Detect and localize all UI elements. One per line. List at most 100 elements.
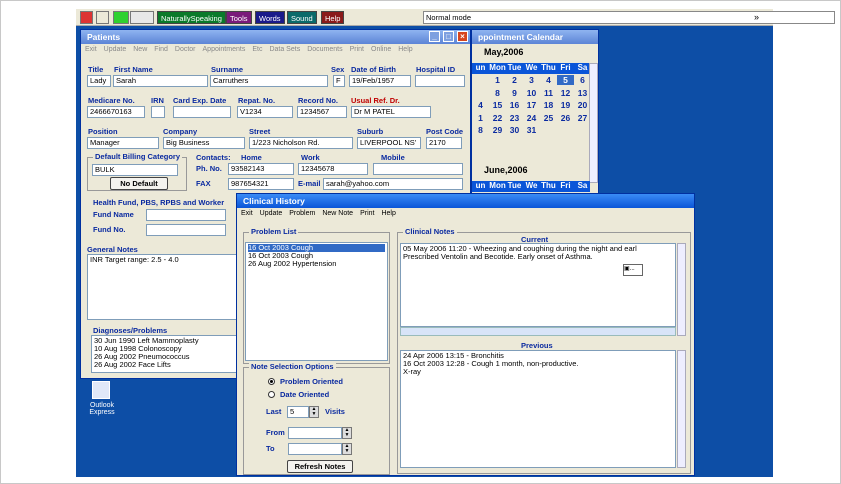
- from-date-field[interactable]: [288, 427, 342, 439]
- record-field[interactable]: 1234567: [297, 106, 347, 118]
- naturallyspeaking-menu[interactable]: NaturallySpeaking: [157, 11, 226, 24]
- calendar-day[interactable]: 9: [506, 88, 523, 98]
- calendar-day[interactable]: 5: [557, 75, 574, 85]
- last-visits-spinner[interactable]: ▲ ▼: [309, 406, 319, 418]
- refresh-notes-button[interactable]: Refresh Notes: [287, 460, 353, 473]
- to-date-spinner[interactable]: ▲ ▼: [342, 443, 352, 455]
- list-item[interactable]: X-ray: [403, 368, 673, 376]
- menu-item[interactable]: New Note: [322, 210, 353, 217]
- list-item[interactable]: Prescribed Ventolin and Becotide. Early …: [403, 253, 673, 261]
- billing-select[interactable]: BULK: [92, 164, 178, 176]
- calendar-day[interactable]: 12: [557, 88, 574, 98]
- sound-menu[interactable]: Sound: [287, 11, 317, 24]
- minimize-button[interactable]: _: [429, 31, 440, 42]
- menu-item[interactable]: Data Sets: [269, 46, 300, 53]
- calendar-day[interactable]: 31: [523, 125, 540, 135]
- current-notes-box[interactable]: 05 May 2006 11:20 - Wheezing and coughin…: [400, 243, 676, 327]
- menu-item[interactable]: Print: [360, 210, 374, 217]
- menu-item[interactable]: Online: [371, 46, 391, 53]
- calendar-day[interactable]: 4: [540, 75, 557, 85]
- calendar-day[interactable]: 16: [506, 100, 523, 110]
- calendar-day[interactable]: 15: [489, 100, 506, 110]
- menu-item[interactable]: Help: [398, 46, 412, 53]
- no-default-button[interactable]: No Default: [110, 177, 168, 190]
- sex-field[interactable]: F: [333, 75, 345, 87]
- calendar-day[interactable]: 8: [472, 125, 489, 135]
- outlook-express-icon[interactable]: [92, 381, 110, 399]
- microphone-icon[interactable]: [96, 11, 109, 24]
- phone-work-field[interactable]: 12345678: [298, 163, 368, 175]
- calendar-day[interactable]: 23: [506, 113, 523, 123]
- menu-item[interactable]: Exit: [241, 210, 253, 217]
- general-notes-box[interactable]: INR Target range: 2.5 - 4.0: [87, 254, 237, 320]
- last-visits-input[interactable]: 5: [287, 406, 309, 418]
- maximize-button[interactable]: □: [443, 31, 454, 42]
- calendar-scrollbar[interactable]: [589, 63, 598, 183]
- phone-mobile-field[interactable]: [373, 163, 463, 175]
- current-notes-vscroll[interactable]: [677, 243, 686, 336]
- email-field[interactable]: sarah@yahoo.com: [323, 178, 463, 190]
- close-button[interactable]: ×: [457, 31, 468, 42]
- calendar-day[interactable]: 22: [489, 113, 506, 123]
- menu-item[interactable]: Exit: [85, 46, 97, 53]
- menu-item[interactable]: Find: [154, 46, 168, 53]
- calendar-day[interactable]: 30: [506, 125, 523, 135]
- hospital-id-field[interactable]: [415, 75, 465, 87]
- menu-item[interactable]: Etc: [252, 46, 262, 53]
- calendar-day[interactable]: 1: [472, 113, 489, 123]
- problem-list[interactable]: 16 Oct 2003 Cough 16 Oct 2003 Cough 26 Aug…: [245, 242, 388, 361]
- repat-field[interactable]: V1234: [237, 106, 293, 118]
- dragon-icon[interactable]: [80, 11, 93, 24]
- calendar-day[interactable]: 11: [540, 88, 557, 98]
- medicare-field[interactable]: 2466670163: [87, 106, 145, 118]
- mode-field[interactable]: Normal mode: [423, 11, 835, 24]
- menu-item[interactable]: Help: [381, 210, 395, 217]
- suburb-field[interactable]: LIVERPOOL NS': [357, 137, 421, 149]
- embedded-object-icon[interactable]: ▣...: [623, 264, 643, 276]
- diagnoses-list[interactable]: 30 Jun 1990 Left Mammoplasty 10 Aug 1998 …: [91, 335, 237, 373]
- list-item[interactable]: 26 Aug 2002 Hypertension: [248, 260, 385, 268]
- fund-name-field[interactable]: [146, 209, 226, 221]
- list-item[interactable]: 16 Oct 2003 12:28 - Cough 1 month, non-p…: [403, 360, 673, 368]
- help-menu[interactable]: Help: [321, 11, 345, 24]
- menu-item[interactable]: Print: [350, 46, 364, 53]
- problem-oriented-radio[interactable]: [268, 378, 275, 385]
- street-field[interactable]: 1/223 Nicholson Rd.: [249, 137, 353, 149]
- previous-notes-vscroll[interactable]: [677, 350, 686, 468]
- irn-field[interactable]: [151, 106, 165, 118]
- company-field[interactable]: Big Business: [163, 137, 245, 149]
- from-date-spinner[interactable]: ▲ ▼: [342, 427, 352, 439]
- calendar-day[interactable]: 18: [540, 100, 557, 110]
- calendar-day[interactable]: 2: [506, 75, 523, 85]
- menu-item[interactable]: Update: [104, 46, 127, 53]
- words-menu[interactable]: Words: [255, 11, 285, 24]
- first-name-field[interactable]: Sarah: [113, 75, 208, 87]
- calendar-day[interactable]: 3: [523, 75, 540, 85]
- chevron-down-icon[interactable]: »: [754, 12, 759, 22]
- fax-field[interactable]: 987654321: [228, 178, 294, 190]
- to-date-field[interactable]: [288, 443, 342, 455]
- card-exp-field[interactable]: [173, 106, 231, 118]
- menu-item[interactable]: Documents: [307, 46, 342, 53]
- calendar-day[interactable]: 1: [489, 75, 506, 85]
- calendar-day[interactable]: 8: [489, 88, 506, 98]
- postcode-field[interactable]: 2170: [426, 137, 462, 149]
- fund-no-field[interactable]: [146, 224, 226, 236]
- menu-item[interactable]: Update: [260, 210, 283, 217]
- menu-item[interactable]: Appointments: [203, 46, 246, 53]
- surname-field[interactable]: Carruthers: [210, 75, 328, 87]
- menu-item[interactable]: New: [133, 46, 147, 53]
- dob-field[interactable]: 19/Feb/1957: [349, 75, 411, 87]
- menu-item[interactable]: Problem: [289, 210, 315, 217]
- calendar-day[interactable]: 10: [523, 88, 540, 98]
- previous-notes-box[interactable]: 24 Apr 2006 13:15 - Bronchitis 16 Oct 200…: [400, 350, 676, 468]
- calendar-day[interactable]: 19: [557, 100, 574, 110]
- calendar-day[interactable]: 24: [523, 113, 540, 123]
- phone-home-field[interactable]: 93582143: [228, 163, 294, 175]
- calendar-day[interactable]: 29: [489, 125, 506, 135]
- menu-item[interactable]: Doctor: [175, 46, 196, 53]
- calendar-day[interactable]: 17: [523, 100, 540, 110]
- calendar-day[interactable]: 25: [540, 113, 557, 123]
- position-field[interactable]: Manager: [87, 137, 159, 149]
- current-notes-hscroll[interactable]: [400, 327, 676, 336]
